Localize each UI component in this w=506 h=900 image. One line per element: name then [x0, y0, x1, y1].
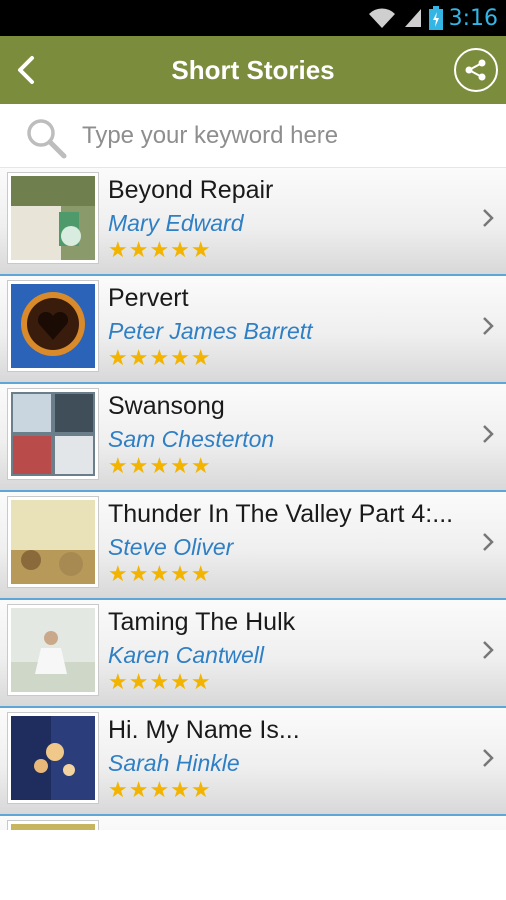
story-list-item-partial[interactable] [0, 816, 506, 830]
back-button[interactable] [8, 50, 44, 90]
story-list: Beyond Repair Mary Edward ★★★★★ Pervert … [0, 168, 506, 830]
story-thumbnail [8, 713, 98, 803]
chevron-right-icon [483, 209, 494, 227]
story-title: Thunder In The Valley Part 4:... [108, 500, 454, 528]
page-title: Short Stories [171, 55, 335, 85]
search-input[interactable] [82, 116, 482, 156]
battery-charging-icon [428, 6, 443, 30]
wifi-icon [368, 8, 395, 28]
story-title: Swansong [108, 392, 225, 420]
story-list-item[interactable]: Thunder In The Valley Part 4:... Steve O… [0, 492, 506, 600]
status-icons: 3:16 [367, 0, 498, 36]
story-thumbnail [8, 497, 98, 587]
action-bar: Short Stories [0, 36, 506, 104]
chevron-right-icon [483, 533, 494, 551]
chevron-right-icon [483, 317, 494, 335]
bottom-area [0, 830, 506, 900]
chevron-right-icon [483, 749, 494, 767]
star-rating: ★★★★★ [108, 238, 212, 263]
signal-icon [404, 9, 421, 27]
app-screen: 3:16 Short Stories Type your keyword her… [0, 0, 506, 900]
story-title: Pervert [108, 284, 189, 312]
share-button[interactable] [454, 48, 498, 92]
story-author: Steve Oliver [108, 534, 234, 560]
search-bar [0, 104, 506, 168]
story-list-item[interactable]: Hi. My Name Is... Sarah Hinkle ★★★★★ [0, 708, 506, 816]
story-author: Peter James Barrett [108, 318, 313, 344]
story-list-item[interactable]: Taming The Hulk Karen Cantwell ★★★★★ [0, 600, 506, 708]
story-thumbnail [8, 605, 98, 695]
story-author: Mary Edward [108, 210, 244, 236]
star-rating: ★★★★★ [108, 670, 212, 695]
story-list-item[interactable]: Beyond Repair Mary Edward ★★★★★ [0, 168, 506, 276]
star-rating: ★★★★★ [108, 778, 212, 803]
story-thumbnail [8, 281, 98, 371]
chevron-right-icon [483, 425, 494, 443]
status-time: 3:16 [448, 5, 498, 31]
story-title: Hi. My Name Is... [108, 716, 300, 744]
star-rating: ★★★★★ [108, 454, 212, 479]
story-title: Beyond Repair [108, 176, 274, 204]
share-icon [465, 59, 486, 81]
story-list-item[interactable]: Pervert Peter James Barrett ★★★★★ [0, 276, 506, 384]
story-thumbnail [8, 389, 98, 479]
story-thumbnail [8, 821, 98, 830]
chevron-left-icon [18, 56, 34, 84]
search-icon [27, 119, 67, 159]
star-rating: ★★★★★ [108, 346, 212, 371]
story-thumbnail [8, 173, 98, 263]
story-author: Sam Chesterton [108, 426, 275, 452]
chevron-right-icon [483, 641, 494, 659]
story-list-item[interactable]: Swansong Sam Chesterton ★★★★★ [0, 384, 506, 492]
story-author: Sarah Hinkle [108, 750, 240, 776]
story-author: Karen Cantwell [108, 642, 264, 668]
story-title: Taming The Hulk [108, 608, 296, 636]
star-rating: ★★★★★ [108, 562, 212, 587]
status-bar: 3:16 [0, 0, 506, 36]
